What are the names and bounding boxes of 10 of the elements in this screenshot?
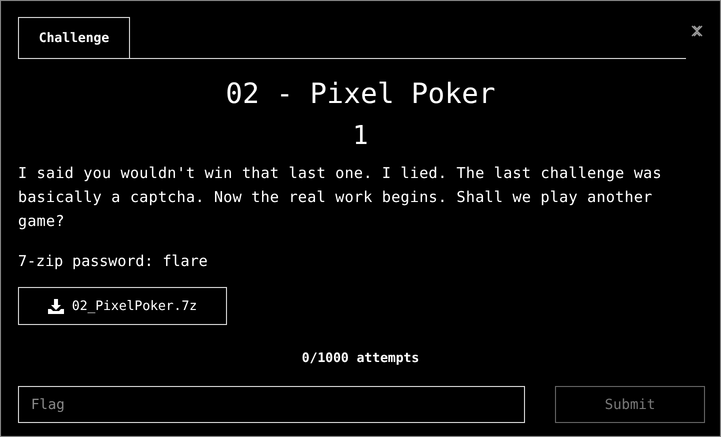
attempts-count: 0/1000 attempts <box>300 351 420 366</box>
points-value: 1 <box>352 120 370 153</box>
challenge-title: 02 - Pixel Poker <box>224 77 496 111</box>
password-note: 7-zip password: flare <box>18 251 209 272</box>
description-text: I said you wouldn't win that last one. I lied. The last challenge was basically a captcha. Now the real work begins. Shall we play another game? <box>18 163 663 232</box>
download-button[interactable]: 02_PixelPoker.7z <box>18 287 227 325</box>
flag-field[interactable]: Flag <box>18 386 525 423</box>
download-icon <box>48 298 64 314</box>
close-icon[interactable] <box>691 25 703 37</box>
challenge-tab[interactable]: Challenge <box>18 17 130 58</box>
